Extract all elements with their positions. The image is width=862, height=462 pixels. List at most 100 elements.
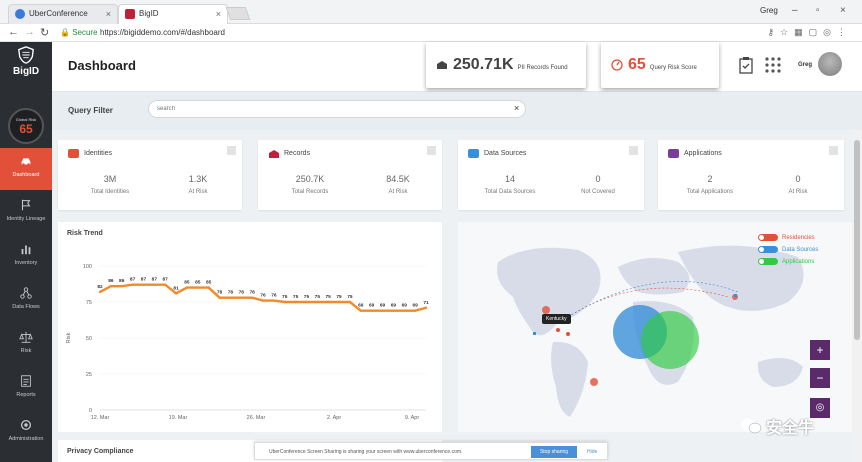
browser-toolbar-icons[interactable]: ⚷☆▦▢◎⋮ bbox=[767, 27, 852, 38]
applications-bubble[interactable] bbox=[641, 311, 699, 369]
close-icon[interactable]: × bbox=[216, 9, 221, 19]
card-menu-icon[interactable] bbox=[427, 146, 436, 155]
sidebar-item-administration[interactable]: Administration bbox=[0, 412, 52, 454]
gear-icon bbox=[20, 419, 32, 431]
legend-residencies[interactable]: Residencies bbox=[758, 234, 815, 241]
risk-trend-chart[interactable]: 0 25 50 75 100 Risk 12. Mar 19. Mar 26. Mar 2. Ap… bbox=[58, 222, 442, 432]
sidebar-item-label: Dashboard bbox=[12, 172, 40, 178]
clipboard-check-icon[interactable] bbox=[738, 56, 754, 74]
data-label: 69 bbox=[380, 303, 386, 309]
data-label: 78 bbox=[217, 290, 223, 296]
sidebar-item-risk[interactable]: Risk bbox=[0, 324, 52, 366]
legend-applications[interactable]: Applications bbox=[758, 258, 814, 265]
sidebar-item-label: Identity Lineage bbox=[6, 216, 46, 222]
scrollbar[interactable] bbox=[852, 130, 862, 462]
card-value: 0 bbox=[595, 174, 601, 184]
residency-marker[interactable] bbox=[542, 306, 550, 314]
data-point bbox=[283, 300, 286, 304]
card-menu-icon[interactable] bbox=[227, 146, 236, 155]
data-sources-card[interactable]: Data Sources 14 Total Data Sources 0 Not… bbox=[458, 140, 644, 210]
data-point bbox=[337, 300, 341, 304]
back-icon[interactable]: ← bbox=[8, 26, 19, 38]
sidebar-item-inventory[interactable]: Inventory bbox=[0, 236, 52, 278]
residency-marker[interactable] bbox=[566, 332, 570, 336]
privacy-compliance-title: Privacy Compliance bbox=[67, 448, 134, 455]
global-risk-gauge[interactable]: Global Risk 65 bbox=[8, 108, 44, 144]
minimize-icon[interactable]: – bbox=[792, 5, 798, 16]
toggle-data-sources[interactable] bbox=[758, 246, 778, 253]
uberconference-icon bbox=[15, 9, 25, 19]
residency-marker[interactable] bbox=[590, 378, 598, 386]
data-point bbox=[109, 284, 113, 288]
records-card[interactable]: Records 250.7K Total Records 84.5K At Ri… bbox=[258, 140, 442, 210]
data-label: 86 bbox=[119, 278, 125, 284]
legend-data-sources[interactable]: Data Sources bbox=[758, 246, 818, 253]
screen-share-bar: UberConference Screen Sharing is sharing… bbox=[254, 442, 608, 460]
query-risk-kpi[interactable]: 65 Query Risk Score bbox=[601, 42, 719, 88]
close-window-icon[interactable]: × bbox=[840, 5, 846, 16]
residency-marker[interactable] bbox=[556, 328, 560, 332]
hide-button[interactable]: Hide bbox=[587, 449, 597, 455]
card-label: Total Records bbox=[291, 189, 329, 195]
data-point bbox=[207, 286, 210, 289]
identities-card[interactable]: Identities 3M Total Identities 1.3K At R… bbox=[58, 140, 242, 210]
data-label: 76 bbox=[271, 293, 277, 299]
toggle-residencies[interactable] bbox=[758, 234, 778, 241]
close-icon[interactable]: × bbox=[106, 9, 111, 19]
world-map-panel: Kentucky Residencies Data Sources Applic… bbox=[458, 222, 852, 432]
card-menu-icon[interactable] bbox=[829, 146, 838, 155]
forward-icon[interactable]: → bbox=[24, 26, 35, 38]
world-map[interactable] bbox=[458, 222, 852, 432]
sidebar-item-reports[interactable]: Reports bbox=[0, 368, 52, 410]
stop-sharing-button[interactable]: Stop sharing bbox=[531, 446, 577, 458]
data-point bbox=[424, 306, 428, 309]
data-point bbox=[164, 283, 167, 286]
user-name[interactable]: Greg bbox=[798, 62, 812, 68]
data-label: 69 bbox=[402, 303, 408, 309]
sidebar-item-identity-lineage[interactable]: Identity Lineage bbox=[0, 192, 52, 234]
card-menu-icon[interactable] bbox=[629, 146, 638, 155]
scrollbar-thumb[interactable] bbox=[854, 140, 860, 340]
card-label: At Risk bbox=[388, 189, 408, 195]
data-label: 75 bbox=[293, 294, 299, 300]
maximize-icon[interactable]: ▫ bbox=[816, 5, 820, 16]
apps-grid-icon[interactable] bbox=[764, 56, 782, 74]
pii-records-kpi[interactable]: 250.71K PII Records Found bbox=[426, 42, 586, 88]
card-title: Records bbox=[284, 150, 311, 157]
secure-badge[interactable]: 🔒 Secure bbox=[60, 28, 98, 37]
secure-label: Secure bbox=[72, 28, 98, 37]
data-source-marker[interactable] bbox=[734, 294, 737, 297]
reload-icon[interactable]: ↻ bbox=[40, 26, 49, 39]
data-point bbox=[131, 283, 134, 286]
tab-uberconference[interactable]: UberConference × bbox=[8, 4, 118, 24]
wechat-icon bbox=[741, 419, 762, 434]
applications-card[interactable]: Applications 2 Total Applications 0 At R… bbox=[658, 140, 844, 210]
url-field[interactable]: https://bigiddemo.com/#/dashboard bbox=[100, 28, 225, 37]
zoom-in-button[interactable]: + bbox=[810, 340, 830, 360]
toggle-applications[interactable] bbox=[758, 258, 778, 265]
data-point bbox=[348, 300, 352, 304]
clear-search-icon[interactable]: × bbox=[514, 103, 519, 113]
watermark-text: 安全牛 bbox=[766, 420, 815, 437]
query-filter-bar: Query Filter × bbox=[52, 92, 862, 130]
card-value: 1.3K bbox=[188, 174, 208, 184]
card-value: 250.7K bbox=[295, 174, 325, 184]
logo[interactable]: BigID bbox=[0, 46, 52, 77]
tab-bigid[interactable]: BigID × bbox=[118, 4, 228, 24]
data-label: 86 bbox=[108, 278, 114, 284]
data-label: 82 bbox=[97, 284, 103, 290]
sidebar-item-dashboard[interactable]: Dashboard bbox=[0, 148, 52, 190]
data-source-marker[interactable] bbox=[533, 332, 536, 335]
flag-icon bbox=[21, 199, 31, 211]
new-tab-button[interactable] bbox=[225, 7, 251, 20]
legend-label: Residencies bbox=[782, 234, 815, 241]
data-label: 87 bbox=[163, 277, 169, 283]
avatar[interactable] bbox=[818, 52, 842, 76]
query-filter-label: Query Filter bbox=[68, 106, 113, 115]
data-point bbox=[272, 299, 276, 302]
card-label: At Risk bbox=[788, 189, 808, 195]
sidebar-item-data-flows[interactable]: Data Flows bbox=[0, 280, 52, 322]
zoom-out-button[interactable]: − bbox=[810, 368, 830, 388]
legend-label: Applications bbox=[782, 258, 815, 265]
search-input[interactable] bbox=[148, 100, 526, 118]
